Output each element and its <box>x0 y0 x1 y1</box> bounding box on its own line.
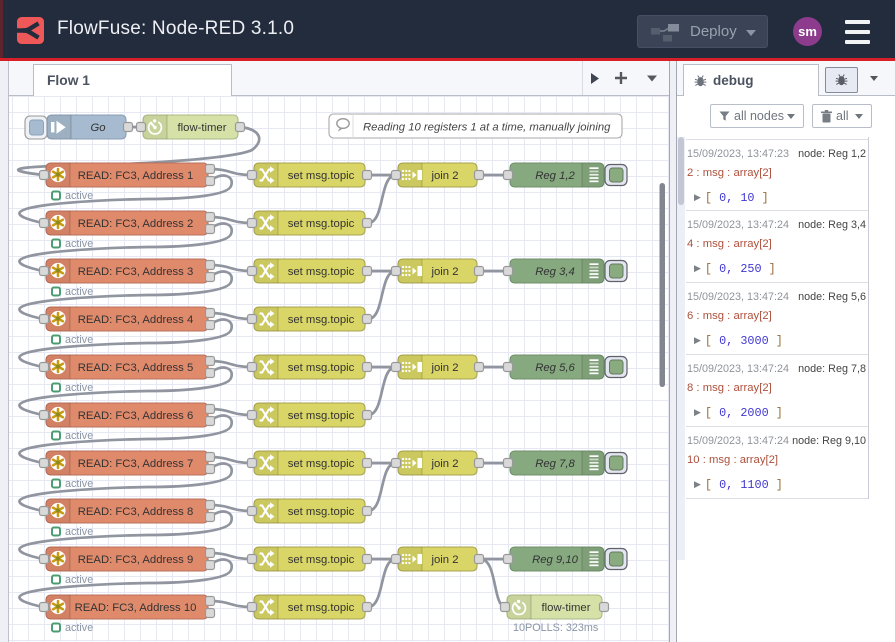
svg-text:active: active <box>65 430 93 442</box>
svg-text:READ: FC3, Address 3: READ: FC3, Address 3 <box>78 266 194 278</box>
svg-text:active: active <box>65 190 93 202</box>
svg-text:READ: FC3, Address 9: READ: FC3, Address 9 <box>78 554 194 566</box>
svg-text:Reg 1,2: Reg 1,2 <box>535 170 575 182</box>
svg-text:set msg.topic: set msg.topic <box>288 170 355 182</box>
svg-text:set msg.topic: set msg.topic <box>288 506 355 518</box>
svg-text:join 2: join 2 <box>430 362 458 374</box>
svg-text:READ: FC3, Address 8: READ: FC3, Address 8 <box>78 506 194 518</box>
svg-text:Reg 9,10: Reg 9,10 <box>532 554 579 566</box>
svg-text:set msg.topic: set msg.topic <box>288 458 355 470</box>
svg-text:active: active <box>65 478 93 490</box>
svg-text:join 2: join 2 <box>430 554 458 566</box>
svg-text:join 2: join 2 <box>430 458 458 470</box>
svg-text:Reg 5,6: Reg 5,6 <box>535 362 575 374</box>
svg-text:READ: FC3, Address 2: READ: FC3, Address 2 <box>78 218 194 230</box>
svg-text:active: active <box>65 622 93 634</box>
svg-text:active: active <box>65 334 93 346</box>
svg-text:set msg.topic: set msg.topic <box>288 554 355 566</box>
svg-text:flow-timer: flow-timer <box>178 122 227 134</box>
svg-text:set msg.topic: set msg.topic <box>288 602 355 614</box>
svg-text:active: active <box>65 382 93 394</box>
svg-text:READ: FC3, Address 7: READ: FC3, Address 7 <box>78 458 194 470</box>
svg-text:READ: FC3, Address 10: READ: FC3, Address 10 <box>75 602 197 614</box>
svg-text:active: active <box>65 526 93 538</box>
svg-text:10POLLS: 323ms: 10POLLS: 323ms <box>513 622 599 634</box>
svg-text:set msg.topic: set msg.topic <box>288 314 355 326</box>
svg-text:active: active <box>65 286 93 298</box>
svg-text:active: active <box>65 238 93 250</box>
svg-text:Go: Go <box>90 122 105 134</box>
svg-text:Reg 3,4: Reg 3,4 <box>535 266 575 278</box>
svg-text:READ: FC3, Address 6: READ: FC3, Address 6 <box>78 410 194 422</box>
svg-text:READ: FC3, Address 5: READ: FC3, Address 5 <box>78 362 194 374</box>
svg-text:flow-timer: flow-timer <box>542 602 591 614</box>
svg-text:Reading 10 registers 1 at a ti: Reading 10 registers 1 at a time, manual… <box>363 122 611 134</box>
svg-text:join 2: join 2 <box>430 170 458 182</box>
svg-text:set msg.topic: set msg.topic <box>288 218 355 230</box>
svg-text:join 2: join 2 <box>430 266 458 278</box>
svg-text:set msg.topic: set msg.topic <box>288 410 355 422</box>
svg-text:set msg.topic: set msg.topic <box>288 266 355 278</box>
svg-text:READ: FC3, Address 1: READ: FC3, Address 1 <box>78 170 194 182</box>
svg-text:Reg 7,8: Reg 7,8 <box>535 458 575 470</box>
svg-text:active: active <box>65 574 93 586</box>
svg-text:READ: FC3, Address 4: READ: FC3, Address 4 <box>78 314 194 326</box>
svg-text:set msg.topic: set msg.topic <box>288 362 355 374</box>
